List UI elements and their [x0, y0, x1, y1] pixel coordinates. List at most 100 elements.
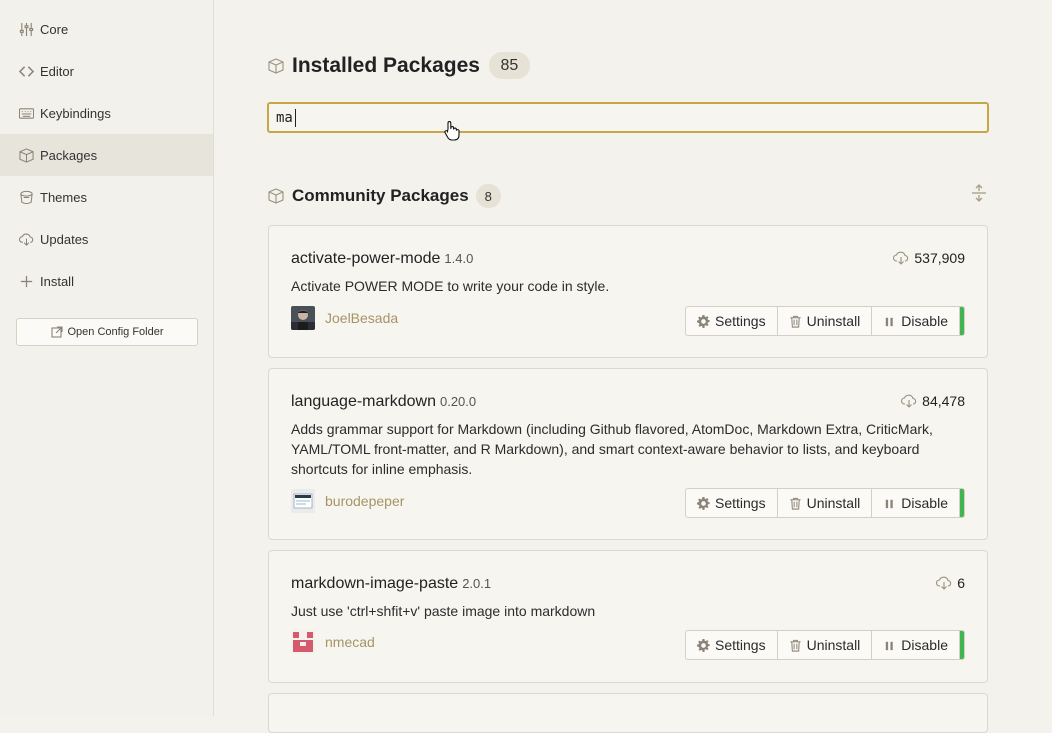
cloud-download-icon: [901, 394, 917, 408]
package-author-link[interactable]: JoelBesada: [291, 306, 398, 330]
package-card-activate-power-mode[interactable]: activate-power-mode 1.4.0 537,909 Activat…: [268, 225, 988, 358]
sidebar-item-label: Themes: [40, 189, 87, 205]
plus-icon: [18, 273, 34, 289]
sidebar-item-label: Editor: [40, 63, 74, 79]
uninstall-button[interactable]: Uninstall: [778, 489, 873, 517]
community-packages-heading: Community Packages 8: [268, 184, 501, 208]
download-count-text: 537,909: [914, 250, 965, 266]
author-name: JoelBesada: [325, 310, 399, 326]
download-count-text: 84,478: [922, 393, 965, 409]
avatar: [291, 630, 315, 654]
text-caret: [294, 108, 296, 127]
sidebar-item-install[interactable]: Install: [0, 260, 213, 302]
cloud-download-icon: [936, 576, 952, 590]
button-label: Uninstall: [806, 313, 861, 329]
trashcan-icon: [789, 639, 801, 652]
sliders-icon: [18, 21, 34, 37]
gear-icon: [697, 638, 710, 652]
settings-button[interactable]: Settings: [686, 631, 778, 659]
sidebar-item-label: Keybindings: [40, 105, 111, 121]
sidebar-item-themes[interactable]: Themes: [0, 176, 213, 218]
community-count-badge: 8: [475, 184, 501, 208]
package-icon: [18, 147, 34, 163]
button-label: Settings: [715, 637, 766, 653]
package-author-link[interactable]: burodepeper: [291, 489, 404, 513]
sidebar-item-editor[interactable]: Editor: [0, 50, 213, 92]
installed-packages-title: Installed Packages: [292, 53, 480, 77]
package-name[interactable]: markdown-image-paste 2.0.1: [291, 575, 491, 593]
button-label: Settings: [715, 495, 766, 511]
button-label: Disable: [901, 637, 948, 653]
sidebar-item-keybindings[interactable]: Keybindings: [0, 92, 213, 134]
package-description: Just use 'ctrl+shfit+v' paste image into…: [291, 603, 596, 619]
enabled-status-indicator: [960, 631, 964, 659]
pause-icon: [886, 641, 894, 650]
package-version: 2.0.1: [462, 576, 492, 591]
sidebar-item-core[interactable]: Core: [0, 8, 213, 50]
sidebar-item-packages[interactable]: Packages: [0, 134, 213, 176]
disable-button[interactable]: Disable: [872, 631, 960, 659]
author-name: nmecad: [325, 634, 375, 650]
settings-button[interactable]: Settings: [686, 489, 778, 517]
package-name[interactable]: activate-power-mode 1.4.0: [291, 250, 473, 268]
hand-pointer-cursor-icon: [444, 121, 460, 141]
button-label: Disable: [901, 313, 948, 329]
paintcan-icon: [18, 189, 34, 205]
download-count: 6: [936, 575, 965, 591]
config-button-label: Open Config Folder: [67, 326, 164, 338]
package-version: 0.20.0: [439, 394, 477, 409]
avatar: [291, 489, 315, 513]
package-name[interactable]: language-markdown 0.20.0: [291, 393, 476, 411]
author-name: burodepeper: [325, 493, 405, 509]
pause-icon: [886, 317, 894, 326]
packages-panel: Installed Packages 85 ma Community Packa…: [214, 0, 1052, 733]
sidebar-item-updates[interactable]: Updates: [0, 218, 213, 260]
package-description: Adds grammar support for Markdown (inclu…: [291, 421, 933, 477]
open-config-folder-button[interactable]: Open Config Folder: [16, 318, 198, 346]
package-actions: Settings Uninstall Disable: [685, 630, 965, 660]
package-description: Activate POWER MODE to write your code i…: [291, 278, 610, 294]
keyboard-icon: [18, 105, 34, 121]
download-count: 537,909: [893, 250, 965, 266]
search-input-value: ma: [276, 109, 293, 126]
package-card-language-markdown[interactable]: language-markdown 0.20.0 84,478 Adds gram…: [268, 368, 988, 540]
sidebar-item-label: Install: [40, 273, 74, 289]
uninstall-button[interactable]: Uninstall: [778, 631, 873, 659]
cloud-download-icon: [893, 251, 909, 265]
package-name-text: activate-power-mode: [291, 250, 441, 267]
package-icon: [268, 57, 284, 74]
link-external-icon: [50, 326, 63, 338]
avatar: [291, 306, 315, 330]
package-actions: Settings Uninstall Disable: [685, 306, 965, 336]
package-version: 1.4.0: [444, 251, 474, 266]
package-name-text: language-markdown: [291, 393, 436, 410]
button-label: Settings: [715, 313, 766, 329]
sidebar-item-label: Packages: [40, 147, 98, 163]
community-packages-title: Community Packages: [292, 186, 469, 205]
sidebar-item-label: Updates: [40, 231, 89, 247]
sidebar-item-label: Core: [40, 21, 69, 37]
button-label: Uninstall: [806, 637, 861, 653]
settings-button[interactable]: Settings: [686, 307, 778, 335]
package-card-markdown-image-paste[interactable]: markdown-image-paste 2.0.1 6 Just use 'ct…: [268, 550, 988, 683]
package-actions: Settings Uninstall Disable: [685, 488, 965, 518]
package-author-link[interactable]: nmecad: [291, 630, 375, 654]
trashcan-icon: [789, 315, 801, 328]
disable-button[interactable]: Disable: [872, 307, 960, 335]
settings-sidebar: Core Editor Keybindings Packages Themes …: [0, 0, 214, 716]
download-count-text: 6: [957, 575, 965, 591]
package-card-partial[interactable]: [268, 693, 988, 733]
package-filter-input[interactable]: ma: [267, 102, 989, 133]
package-icon: [268, 188, 284, 204]
pause-icon: [886, 499, 894, 508]
enabled-status-indicator: [960, 307, 964, 335]
uninstall-button[interactable]: Uninstall: [778, 307, 873, 335]
cloud-download-icon: [18, 231, 34, 247]
installed-packages-heading: Installed Packages 85: [268, 52, 530, 79]
disable-button[interactable]: Disable: [872, 489, 960, 517]
trashcan-icon: [789, 497, 801, 510]
button-label: Uninstall: [806, 495, 861, 511]
gear-icon: [697, 314, 710, 328]
download-count: 84,478: [901, 393, 965, 409]
unfold-icon[interactable]: [970, 184, 988, 202]
